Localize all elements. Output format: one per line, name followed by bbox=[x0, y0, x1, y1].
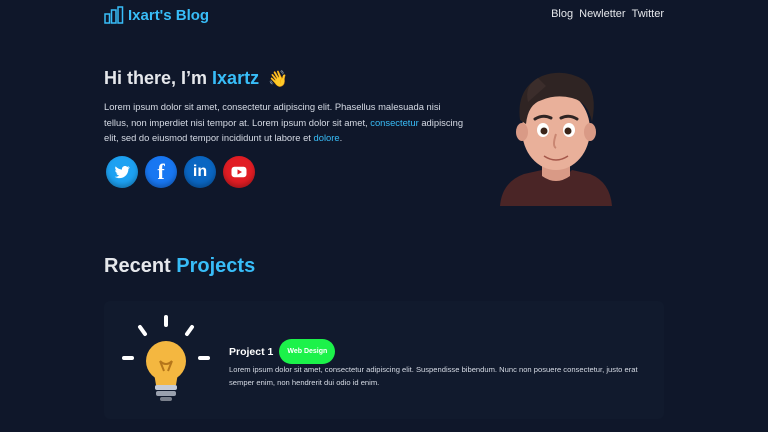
bar-chart-icon bbox=[104, 6, 124, 24]
twitter-button[interactable] bbox=[106, 156, 138, 188]
youtube-icon bbox=[231, 166, 247, 178]
desc-end: . bbox=[339, 132, 343, 143]
hero-section: Hi there, I’m Ixartz 👋 Lorem ipsum dolor… bbox=[104, 68, 464, 146]
project-title-row: Project 1 Web Design bbox=[229, 339, 336, 364]
facebook-icon: f bbox=[157, 159, 165, 184]
linkedin-button[interactable]: in bbox=[184, 156, 216, 188]
hero-heading: Hi there, I’m Ixartz 👋 bbox=[104, 68, 464, 89]
section-title-part2: Projects bbox=[176, 255, 256, 277]
link-consectetur[interactable]: consectetur bbox=[370, 117, 418, 128]
hero-description: Lorem ipsum dolor sit amet, consectetur … bbox=[104, 99, 464, 146]
twitter-icon bbox=[114, 165, 130, 179]
project-tag-badge: Web Design bbox=[279, 339, 336, 364]
greeting-text: Hi there, I’m bbox=[104, 68, 208, 88]
project-card[interactable]: Project 1 Web Design Lorem ipsum dolor s… bbox=[104, 301, 664, 419]
wave-emoji: 👋 bbox=[268, 71, 289, 88]
section-title-recent-projects: Recent Projects bbox=[104, 255, 255, 278]
link-dolore[interactable]: dolore bbox=[314, 132, 340, 143]
facebook-button[interactable]: f bbox=[145, 156, 177, 188]
project-name[interactable]: Project 1 bbox=[229, 346, 273, 358]
linkedin-icon: in bbox=[192, 163, 208, 180]
lightbulb-icon bbox=[122, 315, 210, 401]
nav-link-twitter[interactable]: Twitter bbox=[632, 8, 664, 20]
nav-links: Blog Newletter Twitter bbox=[551, 8, 664, 20]
nav-link-newsletter[interactable]: Newletter bbox=[579, 8, 625, 20]
youtube-button[interactable] bbox=[223, 156, 255, 188]
hero-name: Ixartz bbox=[212, 68, 260, 88]
nav-link-blog[interactable]: Blog bbox=[551, 8, 573, 20]
navbar: Ixart's Blog Blog Newletter Twitter bbox=[104, 6, 664, 26]
brand-name: Ixart's Blog bbox=[128, 6, 210, 24]
social-links: f in bbox=[106, 156, 255, 188]
avatar bbox=[500, 72, 612, 206]
project-description: Lorem ipsum dolor sit amet, consectetur … bbox=[229, 365, 638, 387]
brand-logo[interactable]: Ixart's Blog bbox=[104, 6, 209, 24]
section-title-part1: Recent bbox=[104, 255, 171, 277]
